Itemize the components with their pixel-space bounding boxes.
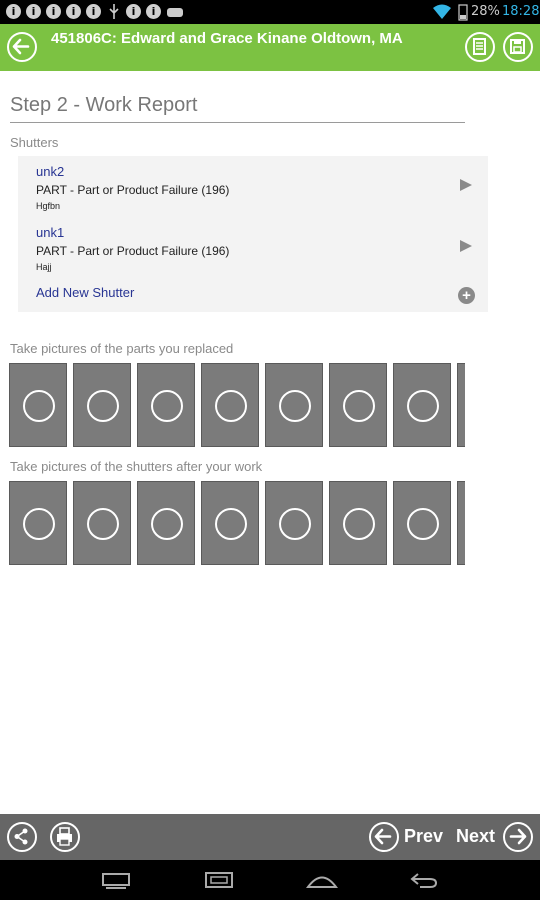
home-icon[interactable] [203, 870, 235, 890]
replaced-photos-label: Take pictures of the parts you replaced [10, 341, 234, 356]
camera-icon [279, 508, 311, 540]
photo-slot[interactable] [137, 363, 195, 447]
camera-icon [87, 390, 119, 422]
shutter-item[interactable]: unk2 PART - Part or Product Failure (196… [18, 156, 488, 214]
shutter-note: Hajj [36, 262, 52, 272]
document-icon [473, 38, 486, 55]
photo-slot[interactable] [457, 481, 465, 565]
gamepad-icon [167, 8, 183, 17]
photo-slot[interactable] [265, 481, 323, 565]
app-header: 451806C: Edward and Grace Kinane Oldtown… [0, 24, 540, 71]
camera-icon [407, 508, 439, 540]
photo-slot[interactable] [137, 481, 195, 565]
camera-icon [407, 390, 439, 422]
usb-icon [109, 4, 119, 19]
share-icon [14, 828, 28, 845]
battery-percentage: 28% [471, 4, 500, 19]
photo-slot[interactable] [329, 481, 387, 565]
photo-slot[interactable] [329, 363, 387, 447]
photo-slot[interactable] [457, 363, 465, 447]
printer-icon [57, 827, 72, 846]
shutter-item[interactable]: unk1 PART - Part or Product Failure (196… [18, 217, 488, 275]
system-navigation-bar [0, 860, 540, 900]
photo-slot[interactable] [73, 481, 131, 565]
back-icon[interactable] [408, 870, 440, 890]
title-divider [10, 122, 465, 123]
shutter-name: unk2 [36, 164, 65, 179]
arrow-left-icon [374, 828, 392, 845]
battery-icon [458, 4, 468, 21]
next-label[interactable]: Next [456, 826, 495, 847]
photo-slot[interactable] [393, 363, 451, 447]
camera-icon [23, 390, 55, 422]
back-arrow-icon [12, 38, 30, 55]
info-notification-icon: i [66, 4, 81, 19]
camera-icon [215, 390, 247, 422]
bottom-action-bar: Prev Next [0, 814, 540, 860]
camera-icon [151, 508, 183, 540]
prev-label[interactable]: Prev [404, 826, 443, 847]
step-title: Step 2 - Work Report [10, 94, 198, 116]
shutter-note: Hgfbn [36, 201, 61, 211]
add-icon[interactable]: + [458, 287, 475, 304]
replaced-photo-row [9, 363, 465, 447]
shutter-list: unk2 PART - Part or Product Failure (196… [18, 156, 488, 312]
photo-slot[interactable] [9, 363, 67, 447]
after-photo-row [9, 481, 465, 565]
share-button[interactable] [7, 822, 37, 852]
back-button[interactable] [7, 32, 37, 62]
after-photos-label: Take pictures of the shutters after your… [10, 459, 263, 474]
info-notification-icon: i [146, 4, 161, 19]
shutter-reason: PART - Part or Product Failure (196) [36, 183, 230, 197]
chevron-right-icon [460, 240, 472, 252]
info-notification-icon: i [86, 4, 101, 19]
shutter-reason: PART - Part or Product Failure (196) [36, 244, 230, 258]
floppy-disk-icon [510, 39, 525, 54]
camera-icon [279, 390, 311, 422]
photo-slot[interactable] [9, 481, 67, 565]
photo-slot[interactable] [393, 481, 451, 565]
photo-slot[interactable] [201, 481, 259, 565]
photo-slot[interactable] [201, 363, 259, 447]
info-notification-icon: i [46, 4, 61, 19]
camera-icon [343, 508, 375, 540]
clock: 18:28 [502, 4, 540, 19]
next-button[interactable] [503, 822, 533, 852]
status-bar: i i i i i i i 28% 18:28 [0, 0, 540, 24]
photo-slot[interactable] [265, 363, 323, 447]
shutters-label: Shutters [10, 135, 59, 150]
info-notification-icon: i [6, 4, 21, 19]
shutter-name: unk1 [36, 225, 65, 240]
recent-apps-icon[interactable] [100, 870, 132, 890]
save-button[interactable] [503, 32, 533, 62]
chevron-right-icon [460, 179, 472, 191]
page-title: 451806C: Edward and Grace Kinane Oldtown… [51, 30, 403, 47]
notes-button[interactable] [465, 32, 495, 62]
camera-icon [87, 508, 119, 540]
camera-icon [215, 508, 247, 540]
print-button[interactable] [50, 822, 80, 852]
camera-icon [23, 508, 55, 540]
photo-slot[interactable] [73, 363, 131, 447]
add-shutter-link[interactable]: Add New Shutter [36, 285, 134, 300]
arrow-right-icon [509, 828, 527, 845]
home-shape-icon[interactable] [305, 870, 339, 890]
camera-icon [151, 390, 183, 422]
wifi-icon [433, 4, 451, 19]
info-notification-icon: i [126, 4, 141, 19]
camera-icon [343, 390, 375, 422]
prev-button[interactable] [369, 822, 399, 852]
info-notification-icon: i [26, 4, 41, 19]
